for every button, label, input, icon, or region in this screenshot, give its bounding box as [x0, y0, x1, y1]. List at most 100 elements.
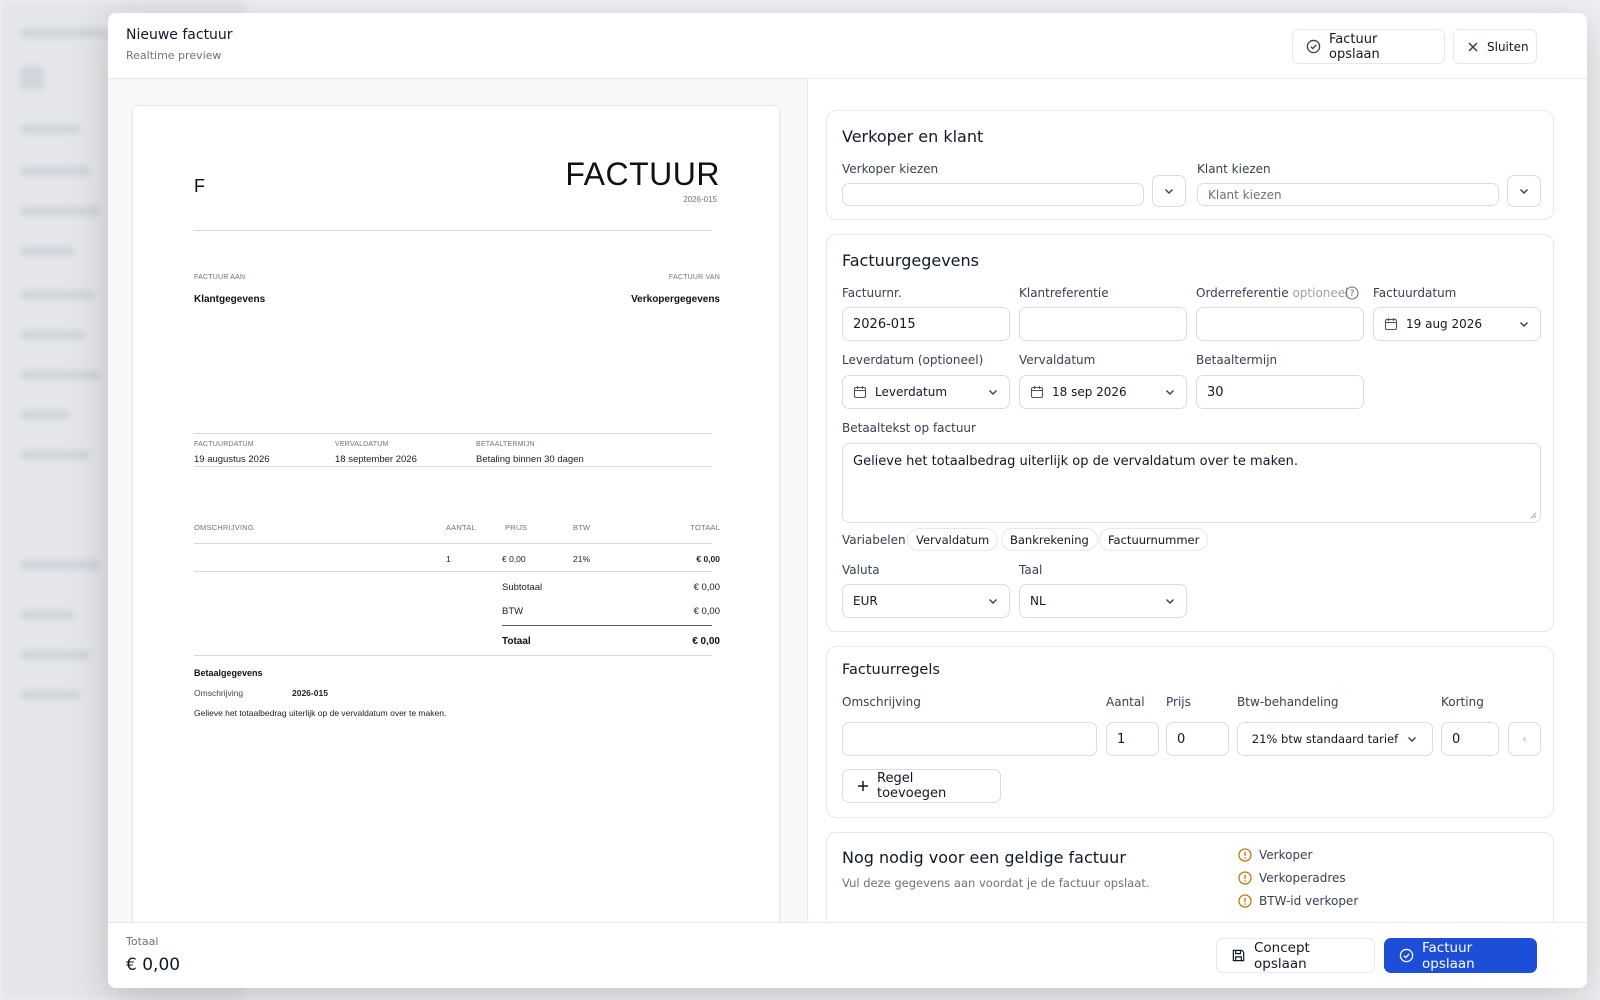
chevron-down-icon [1518, 185, 1530, 197]
preview-row-vat: 21% [573, 554, 591, 564]
payment-term-input[interactable]: 30 [1196, 375, 1364, 409]
invoice-date-picker[interactable]: 19 aug 2026 [1373, 307, 1541, 341]
preview-invoice-number: 2026-015 [683, 195, 717, 204]
preview-row-price: € 0,00 [502, 554, 526, 564]
add-line-button[interactable]: Regel toevoegen [842, 769, 1001, 803]
invoice-details-card: Factuurgegevens Factuurnr. 2026-015 Klan… [826, 234, 1554, 632]
due-date-picker[interactable]: 18 sep 2026 [1019, 375, 1187, 409]
line-col-discount: Korting [1441, 695, 1484, 709]
close-icon [1467, 41, 1479, 53]
currency-label: Valuta [842, 563, 880, 577]
client-dropdown-button[interactable] [1507, 175, 1541, 207]
invoice-nr-input[interactable]: 2026-015 [842, 307, 1010, 341]
delivery-date-picker[interactable]: Leverdatum [842, 375, 1010, 409]
preview-from-value: Verkopergegevens [631, 294, 720, 305]
variables-list: Vervaldatum Bankrekening Factuurnummer [907, 528, 1227, 552]
seller-dropdown-button[interactable] [1152, 175, 1186, 207]
save-invoice-button[interactable]: Factuur opslaan [1384, 938, 1537, 973]
line-remove-button[interactable]: ‹ [1508, 722, 1541, 756]
preview-to-label: FACTUUR AAN [194, 274, 246, 281]
preview-payment-title: Betaalgegevens [194, 668, 263, 678]
preview-logo: F [194, 176, 205, 196]
preview-meta-label: VERVALDATUM [335, 441, 389, 448]
footer-total-label: Totaal [126, 935, 159, 948]
client-ref-label: Klantreferentie [1019, 286, 1109, 300]
preview-from-label: FACTUUR VAN [668, 274, 720, 281]
preview-col-vat: BTW [573, 523, 591, 532]
preview-meta-value: Betaling binnen 30 dagen [476, 454, 584, 465]
chevron-down-icon [1406, 733, 1418, 745]
preview-doc-title: FACTUUR [565, 156, 720, 192]
preview-col-desc: OMSCHRIJVING [194, 523, 254, 532]
preview-payment-desc-label: Omschrijving [194, 688, 244, 698]
preview-col-qty: AANTAL [446, 523, 476, 532]
warning-circle-icon [1238, 894, 1252, 908]
seller-client-title: Verkoper en klant [842, 127, 984, 146]
chevron-down-icon [1164, 595, 1176, 607]
chevron-down-icon [987, 386, 999, 398]
save-draft-button[interactable]: Concept opslaan [1216, 938, 1375, 973]
preview-to-value: Klantgegevens [194, 294, 266, 305]
variable-chip-bank-account[interactable]: Bankrekening [1001, 528, 1098, 551]
invoice-paper: F FACTUUR 2026-015 FACTUUR AAN Klantgege… [132, 105, 780, 922]
calendar-icon [1030, 385, 1044, 399]
invoice-date-label: Factuurdatum [1373, 286, 1457, 300]
variables-label: Variabelen [842, 533, 906, 547]
currency-select[interactable]: EUR [842, 584, 1010, 618]
calendar-icon [853, 385, 867, 399]
line-col-vat: Btw-behandeling [1237, 695, 1339, 709]
seller-select-input[interactable] [842, 183, 1144, 206]
preview-col-price: PRIJS [505, 523, 528, 532]
new-invoice-modal: Nieuwe factuur Realtime preview Factuur … [108, 13, 1587, 988]
resize-handle-icon[interactable] [1529, 511, 1537, 519]
client-select-input[interactable]: Klant kiezen [1197, 183, 1499, 206]
due-date-label: Vervaldatum [1019, 353, 1096, 367]
preview-subtotal-label: Subtotaal [502, 582, 543, 593]
preview-total-label: Totaal [502, 636, 531, 647]
seller-label: Verkoper kiezen [842, 162, 939, 176]
preview-meta-label: FACTUURDATUM [194, 441, 254, 448]
line-qty-input[interactable]: 1 [1106, 722, 1159, 756]
payment-text-label: Betaaltekst op factuur [842, 421, 976, 435]
required-info-subtitle: Vul deze gegevens aan voordat je de fact… [842, 876, 1150, 890]
invoice-details-title: Factuurgegevens [842, 251, 979, 270]
invoice-form-pane: Verkoper en klant Verkoper kiezen Klant … [808, 79, 1587, 922]
preview-total-value: € 0,00 [692, 636, 720, 647]
order-ref-input[interactable] [1196, 307, 1364, 341]
preview-vat-value: € 0,00 [693, 606, 720, 617]
preview-meta-label: BETAALTERMIJN [476, 441, 535, 448]
required-info-card: Nog nodig voor een geldige factuur Vul d… [826, 832, 1554, 922]
required-item: BTW-id verkoper [1238, 894, 1358, 908]
line-vat-select[interactable]: 21% btw standaard tarief [1237, 722, 1433, 756]
line-col-desc: Omschrijving [842, 695, 921, 709]
save-disk-icon [1231, 948, 1246, 963]
plus-icon [857, 780, 869, 792]
check-circle-icon [1399, 948, 1414, 963]
close-button[interactable]: Sluiten [1453, 29, 1537, 64]
line-price-input[interactable]: 0 [1166, 722, 1229, 756]
chevron-down-icon [1164, 386, 1176, 398]
delivery-date-label: Leverdatum (optioneel) [842, 353, 984, 367]
required-item: Verkoperadres [1238, 871, 1346, 885]
payment-text-textarea[interactable]: Gelieve het totaalbedrag uiterlijk op de… [842, 443, 1541, 523]
line-discount-input[interactable]: 0 [1441, 722, 1499, 756]
client-ref-input[interactable] [1019, 307, 1187, 341]
header-save-invoice-button[interactable]: Factuur opslaan [1292, 29, 1445, 64]
invoice-preview-pane: F FACTUUR 2026-015 FACTUUR AAN Klantgege… [108, 79, 808, 922]
variable-chip-due-date[interactable]: Vervaldatum [907, 528, 999, 551]
required-info-title: Nog nodig voor een geldige factuur [842, 848, 1126, 867]
payment-term-label: Betaaltermijn [1196, 353, 1278, 367]
seller-client-card: Verkoper en klant Verkoper kiezen Klant … [826, 110, 1554, 220]
language-label: Taal [1019, 563, 1043, 577]
invoice-nr-label: Factuurnr. [842, 286, 902, 300]
help-icon[interactable]: ? [1345, 286, 1359, 300]
check-circle-icon [1306, 39, 1321, 54]
preview-vat-label: BTW [502, 606, 524, 617]
line-desc-input[interactable] [842, 722, 1097, 756]
invoice-lines-title: Factuurregels [842, 662, 940, 678]
language-select[interactable]: NL [1019, 584, 1187, 618]
footer-total-value: € 0,00 [126, 955, 181, 975]
preview-row-total: € 0,00 [696, 554, 720, 564]
variable-chip-invoice-number[interactable]: Factuurnummer [1099, 528, 1209, 551]
preview-meta-value: 18 september 2026 [335, 454, 417, 465]
